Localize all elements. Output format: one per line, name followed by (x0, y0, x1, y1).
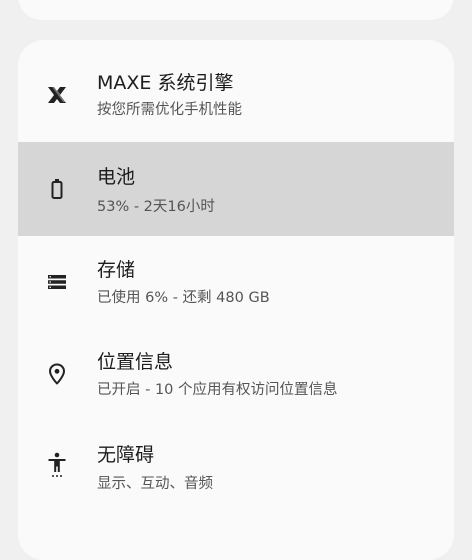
settings-item-subtitle: 已使用 6% - 还剩 480 GB (97, 290, 270, 306)
settings-item-location[interactable]: 位置信息 已开启 - 10 个应用有权访问位置信息 (18, 328, 454, 422)
settings-item-title: MAXE 系统引擎 (97, 72, 234, 94)
accessibility-icon (44, 452, 70, 478)
settings-item-subtitle: 显示、互动、音频 (97, 476, 213, 492)
settings-item-subtitle: 按您所需优化手机性能 (97, 102, 242, 118)
location-pin-icon (44, 361, 70, 387)
battery-icon (44, 176, 70, 202)
storage-icon (44, 269, 70, 295)
settings-item-subtitle: 53% - 2天16小时 (97, 199, 215, 215)
settings-card: MAXE 系统引擎 按您所需优化手机性能 电池 53% - 2天16小时 存储 (18, 40, 454, 560)
settings-item-battery[interactable]: 电池 53% - 2天16小时 (18, 142, 454, 236)
previous-settings-card (18, 0, 454, 20)
settings-item-title: 无障碍 (97, 444, 155, 466)
settings-item-title: 存储 (97, 259, 136, 281)
settings-item-subtitle: 已开启 - 10 个应用有权访问位置信息 (97, 382, 338, 398)
settings-item-maxe[interactable]: MAXE 系统引擎 按您所需优化手机性能 (18, 40, 454, 134)
settings-item-title: 位置信息 (97, 351, 174, 373)
settings-item-storage[interactable]: 存储 已使用 6% - 还剩 480 GB (18, 236, 454, 330)
settings-item-accessibility[interactable]: 无障碍 显示、互动、音频 (18, 422, 454, 516)
settings-item-title: 电池 (97, 166, 136, 188)
maxe-x-icon (44, 82, 70, 108)
